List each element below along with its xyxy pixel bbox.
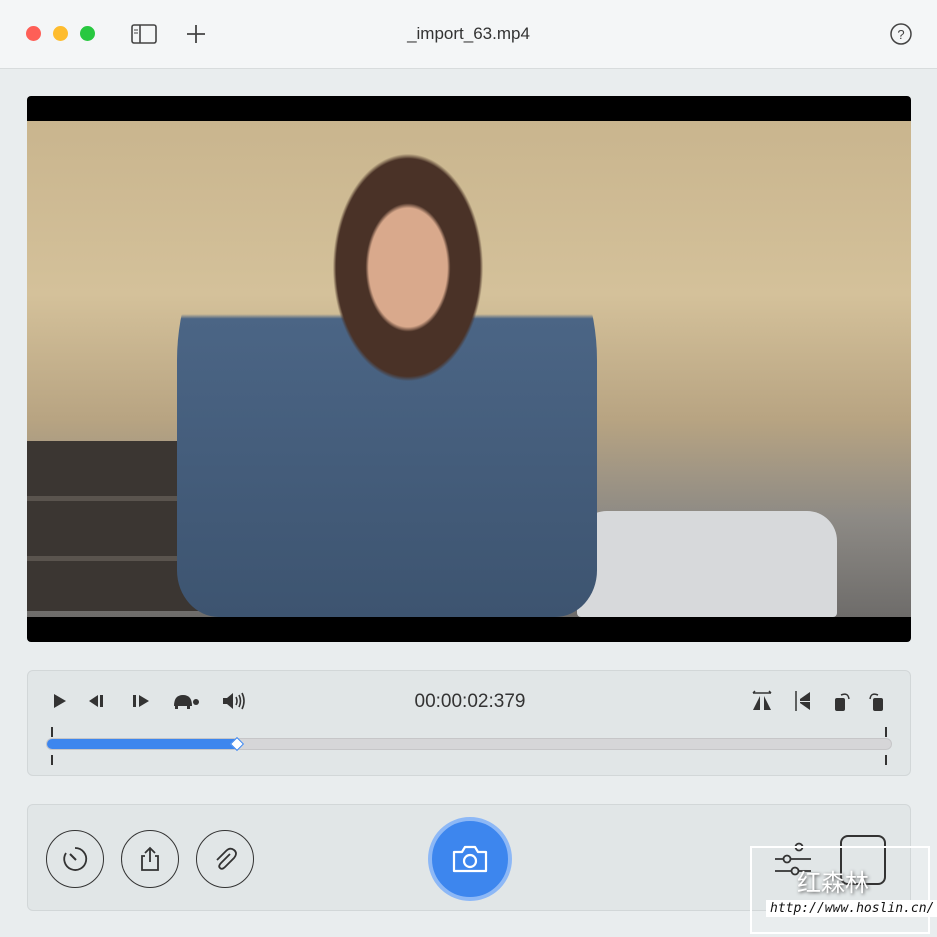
attachment-icon	[216, 847, 237, 870]
crop-icon[interactable]	[838, 833, 888, 887]
help-icon[interactable]: ?	[890, 23, 912, 45]
rotate-right-icon[interactable]	[866, 689, 886, 713]
timeline-scrubber[interactable]	[46, 738, 892, 750]
timer-icon	[63, 847, 88, 871]
video-frame	[27, 121, 911, 617]
svg-text:?: ?	[897, 27, 904, 42]
timer-button[interactable]	[46, 830, 104, 888]
person	[177, 151, 597, 617]
capture-snapshot-button[interactable]	[428, 817, 512, 901]
car	[577, 511, 837, 617]
share-icon	[141, 846, 159, 871]
flip-horizontal-icon[interactable]	[750, 690, 774, 712]
flip-vertical-icon[interactable]	[792, 689, 814, 713]
adjustments-icon[interactable]	[773, 841, 813, 877]
trim-start-marker[interactable]	[51, 727, 53, 737]
timeline-progress	[47, 739, 238, 749]
share-button[interactable]	[121, 830, 179, 888]
attachment-button[interactable]	[196, 830, 254, 888]
rotate-left-icon[interactable]	[833, 689, 853, 713]
camera-icon	[452, 845, 488, 873]
window-title: _import_63.mp4	[407, 24, 530, 43]
trim-end-marker-bottom	[885, 755, 887, 765]
trim-end-marker[interactable]	[885, 727, 887, 737]
trim-start-marker-bottom	[51, 755, 53, 765]
actions-panel	[27, 804, 911, 911]
timecode: 00:00:02:379	[414, 691, 526, 712]
title-bar: _import_63.mp4 ?	[0, 0, 937, 69]
playback-panel: 00:00:02:379	[27, 670, 911, 776]
video-preview[interactable]	[27, 96, 911, 642]
